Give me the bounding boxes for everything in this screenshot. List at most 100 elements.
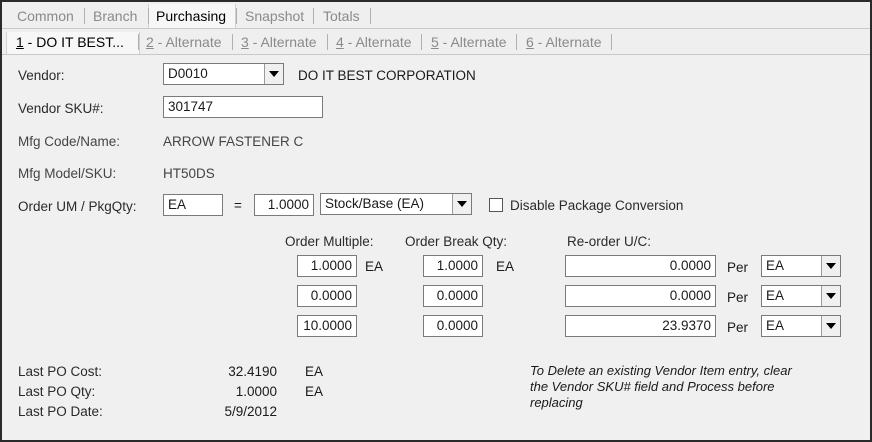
- order-multiple-input[interactable]: 1.0000: [297, 255, 357, 277]
- last-po-cost-value: 32.4190: [228, 364, 277, 379]
- tab-snapshot[interactable]: Snapshot: [245, 8, 304, 24]
- reorder-cost-input[interactable]: 0.0000: [565, 255, 716, 277]
- chevron-down-icon: [826, 293, 836, 299]
- vendor-label: Vendor:: [18, 68, 65, 83]
- order-break-input[interactable]: 1.0000: [423, 255, 483, 277]
- last-po-qty-label: Last PO Qty:: [18, 384, 96, 399]
- dropdown-button[interactable]: [821, 256, 840, 276]
- dropdown-button[interactable]: [264, 64, 283, 84]
- vendor-name: DO IT BEST CORPORATION: [298, 68, 476, 83]
- order-break-header: Order Break Qty:: [405, 234, 508, 249]
- subtab-label: - Alternate: [153, 34, 222, 50]
- order-break-um: EA: [496, 259, 515, 274]
- mfg-code-value: ARROW FASTENER C: [163, 134, 304, 149]
- per-um-value: EA: [766, 258, 785, 273]
- tab-separator: [236, 8, 237, 24]
- vendor-select[interactable]: D0010: [163, 63, 284, 85]
- disable-package-conversion-label: Disable Package Conversion: [510, 198, 684, 213]
- chevron-down-icon: [826, 263, 836, 269]
- per-um-value: EA: [766, 288, 785, 303]
- per-um-value: EA: [766, 318, 785, 333]
- vendor-item-panel: Common Branch Purchasing Snapshot Totals…: [0, 0, 872, 442]
- pkg-qty-input[interactable]: 1.0000: [254, 194, 314, 216]
- tab-separator: [232, 34, 233, 50]
- subtab-key: 1: [16, 34, 24, 50]
- reorder-cost-input[interactable]: 0.0000: [565, 285, 716, 307]
- tab-separator: [327, 34, 328, 50]
- tab-branch[interactable]: Branch: [93, 8, 137, 24]
- stock-base-select[interactable]: Stock/Base (EA): [320, 193, 472, 215]
- dropdown-button[interactable]: [821, 316, 840, 336]
- subtab-vendor-4[interactable]: 4 - Alternate: [336, 34, 412, 50]
- subtab-label: - DO IT BEST...: [23, 34, 124, 50]
- order-multiple-input[interactable]: 10.0000: [297, 315, 357, 337]
- last-po-qty-um: EA: [305, 384, 324, 399]
- last-po-cost-um: EA: [305, 364, 324, 379]
- equals-sign: =: [234, 198, 242, 213]
- subtab-key: 3: [241, 34, 249, 50]
- per-um-select[interactable]: EA: [761, 255, 841, 277]
- last-po-qty-value: 1.0000: [235, 384, 277, 399]
- note-line: To Delete an existing Vendor Item entry,…: [530, 363, 792, 378]
- subtab-vendor-5[interactable]: 5 - Alternate: [431, 34, 507, 50]
- per-label: Per: [727, 320, 749, 335]
- order-um-label: Order UM / PkgQty:: [18, 199, 137, 214]
- subtab-vendor-6[interactable]: 6 - Alternate: [526, 34, 602, 50]
- vendor-sku-input[interactable]: 301747: [163, 96, 323, 118]
- tab-separator: [611, 34, 612, 50]
- note-line: the Vendor SKU# field and Process before: [530, 379, 775, 394]
- chevron-down-icon: [457, 201, 467, 207]
- order-break-input[interactable]: 0.0000: [423, 315, 483, 337]
- tab-separator: [84, 8, 85, 24]
- tab-separator: [516, 34, 517, 50]
- per-um-select[interactable]: EA: [761, 315, 841, 337]
- order-multiple-um: EA: [365, 259, 384, 274]
- reorder-header: Re-order U/C:: [567, 234, 652, 249]
- subtab-vendor-2[interactable]: 2 - Alternate: [146, 34, 222, 50]
- subtab-key: 6: [526, 34, 534, 50]
- tab-purchasing[interactable]: Purchasing: [156, 8, 226, 24]
- vendor-code-value: D0010: [168, 66, 208, 81]
- order-break-input[interactable]: 0.0000: [423, 285, 483, 307]
- stock-base-value: Stock/Base (EA): [325, 196, 425, 211]
- mfg-code-label: Mfg Code/Name:: [18, 134, 121, 149]
- subtab-label: - Alternate: [533, 34, 602, 50]
- last-po-cost-label: Last PO Cost:: [18, 364, 103, 379]
- disable-package-conversion-checkbox[interactable]: [489, 198, 503, 212]
- chevron-down-icon: [826, 323, 836, 329]
- subtab-vendor-1[interactable]: 1 - DO IT BEST...: [16, 34, 124, 50]
- order-multiple-header: Order Multiple:: [285, 234, 374, 249]
- tab-separator: [421, 34, 422, 50]
- vendor-sku-label: Vendor SKU#:: [18, 101, 104, 116]
- last-po-date-label: Last PO Date:: [18, 404, 103, 419]
- last-po-date-value: 5/9/2012: [224, 404, 277, 419]
- subtab-key: 4: [336, 34, 344, 50]
- tab-common[interactable]: Common: [17, 8, 74, 24]
- tab-separator: [138, 34, 139, 50]
- delete-instructions-note: To Delete an existing Vendor Item entry,…: [530, 363, 792, 411]
- reorder-cost-input[interactable]: 23.9370: [565, 315, 716, 337]
- tab-separator: [148, 8, 149, 24]
- chevron-down-icon: [269, 71, 279, 77]
- per-label: Per: [727, 290, 749, 305]
- per-um-select[interactable]: EA: [761, 285, 841, 307]
- subtab-key: 2: [146, 34, 154, 50]
- tab-separator: [313, 8, 314, 24]
- order-multiple-input[interactable]: 0.0000: [297, 285, 357, 307]
- vendor-tab-bar: 1 - DO IT BEST... 2 - Alternate 3 - Alte…: [2, 30, 870, 55]
- tab-totals[interactable]: Totals: [323, 8, 360, 24]
- note-line: replacing: [530, 395, 583, 410]
- dropdown-button[interactable]: [452, 194, 471, 214]
- tab-separator: [370, 8, 371, 24]
- mfg-model-label: Mfg Model/SKU:: [18, 166, 117, 181]
- per-label: Per: [727, 260, 749, 275]
- subtab-vendor-3[interactable]: 3 - Alternate: [241, 34, 317, 50]
- main-tab-bar: Common Branch Purchasing Snapshot Totals: [2, 2, 870, 29]
- dropdown-button[interactable]: [821, 286, 840, 306]
- order-um-input[interactable]: EA: [163, 194, 223, 216]
- subtab-label: - Alternate: [343, 34, 412, 50]
- subtab-label: - Alternate: [438, 34, 507, 50]
- mfg-model-value: HT50DS: [163, 166, 215, 181]
- subtab-label: - Alternate: [248, 34, 317, 50]
- subtab-key: 5: [431, 34, 439, 50]
